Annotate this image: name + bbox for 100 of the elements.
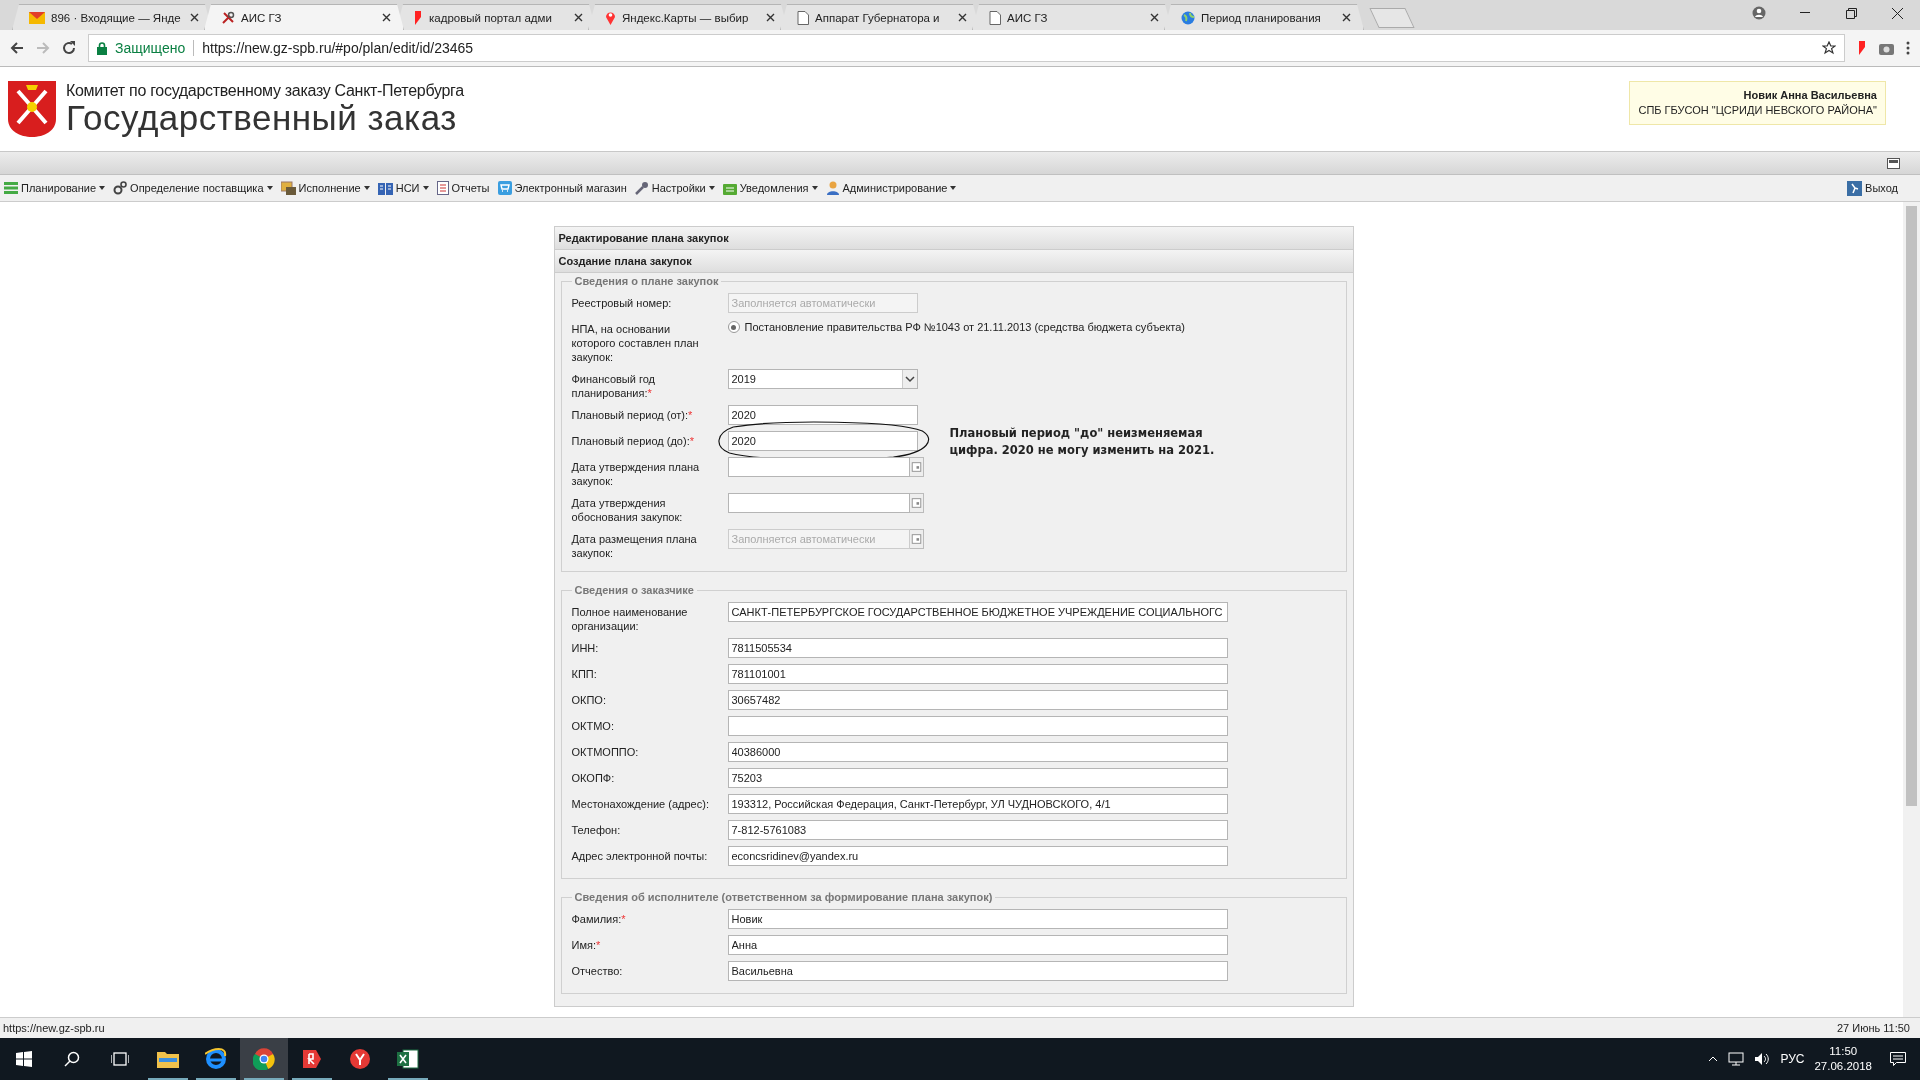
field-label: ОКПО: <box>571 693 607 708</box>
field-label: Имя:* <box>571 938 602 953</box>
notifications-icon[interactable] <box>1890 1051 1906 1067</box>
text-field[interactable]: САНКТ-ПЕТЕРБУРГСКОЕ ГОСУДАРСТВЕННОЕ БЮДЖЕТНОЕ УЧРЕЖДЕНИЕ СОЦИАЛЬНОГС <box>727 602 1228 622</box>
text-field[interactable]: 2020 <box>727 405 918 425</box>
scrollbar[interactable] <box>1903 202 1920 1017</box>
globe-icon <box>1181 10 1195 25</box>
network-icon[interactable] <box>1728 1052 1745 1066</box>
browser-icon <box>253 1048 275 1070</box>
camera-icon[interactable] <box>1879 41 1894 55</box>
field-label: Плановый период (от):* <box>571 408 694 423</box>
text-field[interactable]: 30657482 <box>727 690 1228 710</box>
site-title: Государственный заказ <box>66 100 457 136</box>
panel-title: Редактирование плана закупок <box>554 227 1353 250</box>
status-url: https://new.gz-spb.ru <box>3 1022 105 1034</box>
star-icon[interactable] <box>1822 41 1836 55</box>
chevron-up-icon[interactable] <box>1708 1056 1719 1062</box>
field-label: КПП: <box>571 667 598 682</box>
text-field[interactable]: Новик <box>727 909 1228 929</box>
field-label: Дата утверждения обоснования закупок: <box>571 496 684 525</box>
menu-item[interactable]: Планирование <box>4 181 106 195</box>
map-pin-icon <box>605 10 616 25</box>
task-view-icon <box>111 1052 129 1066</box>
text-field[interactable]: Васильевна <box>727 961 1228 981</box>
close-icon[interactable] <box>1891 7 1903 19</box>
user-name: Новик Анна Васильевна <box>1742 88 1877 103</box>
minimize-icon[interactable] <box>1800 12 1810 14</box>
menu-item[interactable]: Администрирование <box>825 181 957 195</box>
field-label: ОКТМО: <box>571 719 615 734</box>
close-icon[interactable] <box>1342 13 1351 22</box>
restore-icon[interactable] <box>1845 7 1857 19</box>
menu-item[interactable]: Определение поставщика <box>113 181 273 195</box>
caret-icon <box>99 186 106 190</box>
field-label: ОКОПФ: <box>571 771 616 786</box>
windows-logo-icon <box>16 1051 32 1067</box>
text-field[interactable]: 7-812-5761083 <box>727 820 1228 840</box>
language-indicator[interactable]: РУС <box>1780 1052 1805 1066</box>
close-icon[interactable] <box>766 13 775 22</box>
caret-icon <box>363 186 370 190</box>
text-field[interactable] <box>727 716 1228 736</box>
close-icon[interactable] <box>190 13 199 22</box>
radio-button[interactable] <box>727 321 740 333</box>
taskbar-clock[interactable]: 11:50 27.06.2018 <box>1814 1044 1872 1074</box>
caret-icon <box>422 186 429 190</box>
browser-tab[interactable]: АИС ГЗ <box>204 4 404 30</box>
date-field[interactable] <box>727 457 910 477</box>
flag-icon[interactable] <box>1857 41 1867 55</box>
field-label: Телефон: <box>571 823 622 838</box>
text-field[interactable]: Анна <box>727 935 1228 955</box>
exit-icon <box>1847 180 1863 196</box>
envelope-icon <box>29 11 45 24</box>
caret-icon <box>811 186 818 190</box>
menu-item[interactable]: НСИ <box>377 181 429 195</box>
secure-label: Защищено <box>115 40 186 56</box>
close-icon[interactable] <box>1150 13 1159 22</box>
field-label: Плановый период (до):* <box>571 434 695 449</box>
user-organization: СПБ ГБУСОН "ЦСРИДИ НЕВСКОГО РАЙОНА" <box>1638 103 1877 118</box>
year-dropdown[interactable]: 2019 <box>727 369 918 389</box>
close-icon[interactable] <box>382 13 391 22</box>
address-bar[interactable]: Защищено https://new.gz-spb.ru/#po/plan/edit/id/23465 <box>88 34 1845 62</box>
browser-icon <box>205 1048 227 1070</box>
lock-icon <box>97 41 107 55</box>
field-label: Адрес электронной почты: <box>571 849 709 864</box>
round-taskbar-button[interactable] <box>240 1038 288 1080</box>
browser-icon <box>301 1048 323 1070</box>
menu-item[interactable]: Уведомления <box>722 181 818 195</box>
text-field[interactable]: 2020 <box>727 431 918 451</box>
menu-item[interactable]: Электронный магазин <box>497 181 627 195</box>
exit-button[interactable]: Выход <box>1847 180 1898 196</box>
speaker-icon[interactable] <box>1754 1052 1771 1066</box>
radio-label: Постановление правительства РФ №1043 от 21.11.2013 (средства бюджета субъекта) <box>744 321 1186 333</box>
close-icon[interactable] <box>958 13 967 22</box>
document-icon <box>436 181 449 195</box>
text-field[interactable]: 40386000 <box>727 742 1228 762</box>
search-icon <box>64 1051 80 1067</box>
text-field[interactable]: 7811505534 <box>727 638 1228 658</box>
date-field[interactable] <box>727 493 910 513</box>
text-field[interactable]: econcsridinev@yandex.ru <box>727 846 1228 866</box>
browser-tab[interactable]: Период планирования <box>1164 4 1364 30</box>
menu-icon[interactable] <box>1906 41 1910 55</box>
section-legend: Сведения о плане закупок <box>571 275 722 287</box>
field-label: ИНН: <box>571 641 600 656</box>
close-icon[interactable] <box>574 13 583 22</box>
back-icon[interactable] <box>10 41 24 55</box>
field-label: НПА, на основании которого составлен план закупок: <box>571 322 700 365</box>
window-icon[interactable] <box>1887 157 1900 169</box>
browser-icon <box>349 1048 371 1070</box>
menu-item[interactable]: Исполнение <box>280 181 370 195</box>
text-field[interactable]: 193312, Российская Федерация, Санкт-Петербург, УЛ ЧУДНОВСКОГО, 4/1 <box>727 794 1228 814</box>
field-label: Отчество: <box>571 964 624 979</box>
url-text: https://new.gz-spb.ru/#po/plan/edit/id/23465 <box>202 40 474 56</box>
book-icon <box>377 181 393 195</box>
text-field[interactable]: 75203 <box>727 768 1228 788</box>
section-legend: Сведения о заказчике <box>571 584 697 596</box>
menu-item[interactable]: Настройки <box>634 181 715 195</box>
field-label: Местонахождение (адрес): <box>571 797 710 812</box>
profile-icon[interactable] <box>1752 6 1766 20</box>
reload-icon[interactable] <box>62 41 76 55</box>
menu-item[interactable]: Отчеты <box>436 181 490 195</box>
text-field[interactable]: 781101001 <box>727 664 1228 684</box>
